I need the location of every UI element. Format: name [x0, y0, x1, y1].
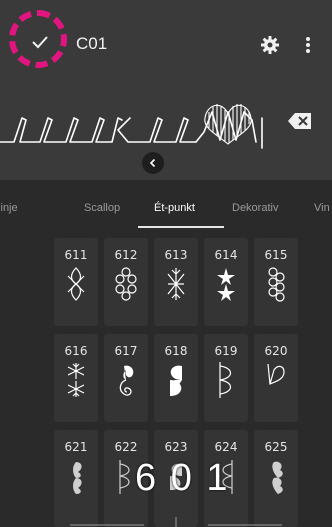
tab-et-punkt[interactable]: Ét-punkt — [154, 202, 195, 214]
more-options-button[interactable] — [296, 33, 320, 57]
category-tabs: Ét-linje Scallop Ét-punkt Dekorativ Vin — [0, 180, 332, 230]
stitch-number: 622 — [114, 440, 138, 454]
tab-vin[interactable]: Vin — [314, 202, 330, 214]
stitch-tile[interactable]: 615 — [254, 238, 298, 326]
stitch-tile[interactable]: 620 — [254, 334, 298, 422]
stitch-tile[interactable]: 614 — [204, 238, 248, 326]
stitch-sequence-preview — [0, 90, 332, 180]
stitch-pattern-icon — [219, 362, 232, 398]
stitch-pattern-icon — [167, 268, 185, 300]
stitch-tile[interactable]: 625 — [254, 430, 298, 527]
stitch-number: 615 — [264, 248, 288, 262]
tab-et-linje[interactable]: Ét-linje — [0, 202, 18, 214]
stitch-pattern-icon — [115, 267, 137, 301]
stitch-number: 614 — [214, 248, 238, 262]
more-vert-icon — [306, 37, 310, 53]
stitch-sequence-graphic — [0, 104, 263, 149]
stitch-pattern-icon — [170, 365, 182, 396]
stitch-number: 623 — [164, 440, 188, 454]
stitch-number: 611 — [64, 248, 88, 262]
stitch-tile[interactable]: 611 — [54, 238, 98, 326]
stitch-pattern-icon — [119, 365, 134, 396]
stitch-number: 625 — [264, 440, 288, 454]
stitch-number: 618 — [164, 344, 188, 358]
stitch-number: 616 — [64, 344, 88, 358]
stitch-pattern-icon — [67, 363, 85, 397]
stitch-tile[interactable]: 618 — [154, 334, 198, 422]
stitch-tile[interactable]: 617 — [104, 334, 148, 422]
stitch-number: 613 — [164, 248, 188, 262]
collapse-preview-button[interactable] — [142, 152, 164, 174]
active-tab-indicator — [138, 226, 224, 228]
stitch-number: 620 — [264, 344, 288, 358]
stitch-number: 617 — [114, 344, 138, 358]
delete-stitch-button[interactable] — [286, 110, 314, 132]
stitch-tile[interactable]: 613 — [154, 238, 198, 326]
stitch-tile[interactable]: 616 — [54, 334, 98, 422]
stitch-number: 619 — [214, 344, 238, 358]
stitch-pattern-icon — [73, 462, 82, 494]
stitch-pattern-icon — [268, 267, 285, 302]
check-icon — [32, 36, 48, 49]
stitch-number-readout: 6 0 1 — [135, 457, 230, 499]
stitch-pattern-icon — [217, 268, 235, 301]
stitch-tile[interactable]: 621 — [54, 430, 98, 527]
tab-dekorativ[interactable]: Dekorativ — [232, 202, 278, 214]
stitch-number: 624 — [214, 440, 238, 454]
app-toolbar: C01 — [0, 0, 332, 90]
confirm-button[interactable] — [10, 12, 70, 72]
backspace-icon — [288, 113, 311, 129]
stitch-number: 621 — [64, 440, 88, 454]
page-title: C01 — [76, 34, 108, 53]
stitch-tile[interactable]: 619 — [204, 334, 248, 422]
stitch-number: 612 — [114, 248, 138, 262]
stitch-tile[interactable]: 612 — [104, 238, 148, 326]
gear-icon — [261, 36, 279, 54]
bottom-panel-edges — [70, 517, 282, 527]
chevron-left-icon — [149, 158, 156, 168]
settings-button[interactable] — [258, 33, 282, 57]
tab-scallop[interactable]: Scallop — [84, 202, 120, 214]
stitch-pattern-icon — [267, 363, 285, 385]
stitch-pattern-icon — [272, 461, 283, 494]
stitch-pattern-icon — [67, 267, 85, 301]
